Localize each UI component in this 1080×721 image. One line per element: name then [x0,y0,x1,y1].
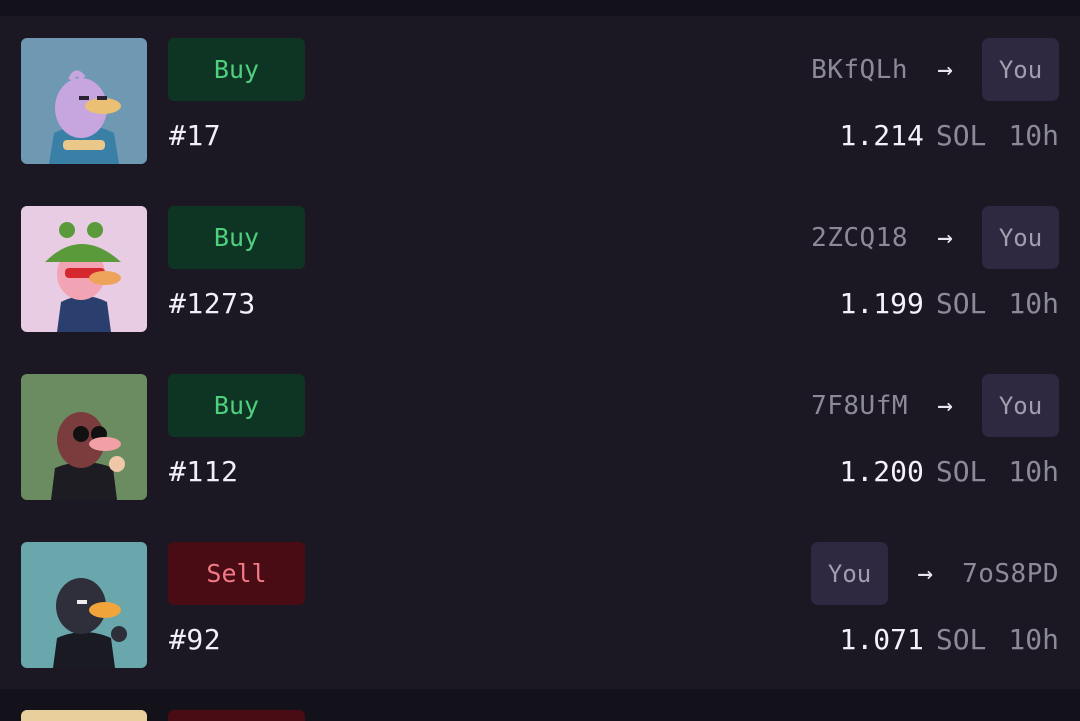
token-id[interactable]: #17 [169,119,221,152]
transfer-info: 2ZCQ18 → You [811,206,1059,269]
price-currency: SOL [935,623,987,656]
nft-thumbnail[interactable] [21,710,147,721]
price-currency: SOL [935,119,987,152]
price-amount: 1.200 [839,455,924,488]
trade-type-badge: Buy [168,206,305,269]
activity-row[interactable]: Buy #17 BKfQLh → You 1.214 SOL 10h [0,16,1080,184]
nft-thumbnail[interactable] [21,374,147,500]
trade-type-badge: Buy [168,38,305,101]
time-ago: 10h [1008,119,1059,152]
from-address[interactable]: 7F8UfM [811,391,908,421]
trade-type-badge: Sell [168,542,305,605]
time-ago: 10h [1008,623,1059,656]
from-address[interactable]: BKfQLh [811,55,908,85]
price-info: 1.199 SOL 10h [840,287,1059,320]
arrow-right-icon: → [917,558,933,589]
time-ago: 10h [1008,287,1059,320]
activity-row[interactable]: Sell #92 You → 7oS8PD 1.071 SOL 10h [0,520,1080,688]
trade-type-badge [168,710,305,721]
token-id[interactable]: #92 [169,623,221,656]
from-address[interactable]: 2ZCQ18 [811,223,908,253]
arrow-right-icon: → [937,222,953,253]
trade-type-badge: Buy [168,374,305,437]
price-info: 1.071 SOL 10h [840,623,1059,656]
price-info: 1.200 SOL 10h [840,455,1059,488]
to-you-chip[interactable]: You [982,206,1059,269]
to-address[interactable]: 7oS8PD [962,559,1059,589]
token-id[interactable]: #1273 [169,287,256,320]
to-you-chip[interactable]: You [982,374,1059,437]
from-you-chip[interactable]: You [811,542,889,605]
arrow-right-icon: → [937,54,953,85]
nft-thumbnail[interactable] [21,38,147,164]
price-amount: 1.071 [839,623,924,656]
nft-thumbnail[interactable] [21,542,147,668]
activity-row[interactable]: Buy #112 7F8UfM → You 1.200 SOL 10h [0,352,1080,520]
transfer-info: You → 7oS8PD [811,542,1059,605]
activity-row[interactable]: Buy #1273 2ZCQ18 → You 1.199 SOL 10h [0,184,1080,352]
price-currency: SOL [935,287,987,320]
transfer-info: 7F8UfM → You [811,374,1059,437]
price-amount: 1.214 [839,119,924,152]
transfer-info: BKfQLh → You [811,38,1059,101]
time-ago: 10h [1008,455,1059,488]
top-bar [0,0,1080,16]
activity-row-partial[interactable] [0,689,1080,721]
price-info: 1.214 SOL 10h [840,119,1059,152]
token-id[interactable]: #112 [169,455,238,488]
price-currency: SOL [935,455,987,488]
arrow-right-icon: → [937,390,953,421]
price-amount: 1.199 [839,287,924,320]
to-you-chip[interactable]: You [982,38,1059,101]
nft-thumbnail[interactable] [21,206,147,332]
